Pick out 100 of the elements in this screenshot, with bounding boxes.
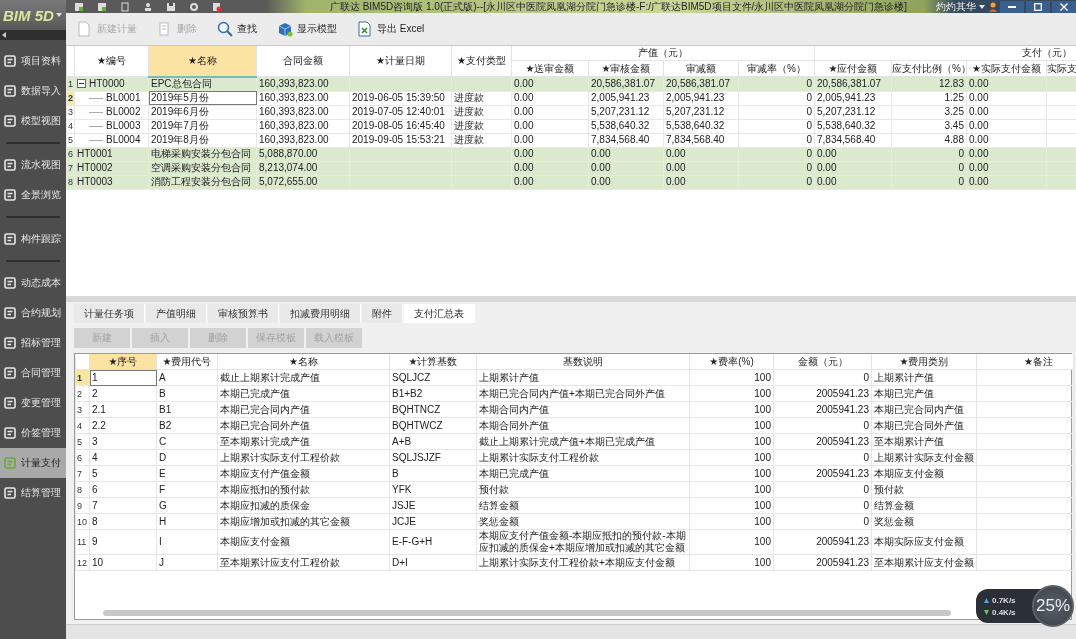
sidebar-item[interactable]: 价签管理 — [0, 418, 66, 448]
table-cell: 100 — [754, 419, 771, 431]
minus-icon — [79, 81, 84, 87]
sidebar-item[interactable]: 流水视图 — [0, 150, 66, 180]
column-header[interactable]: 基数说明 — [476, 354, 690, 370]
tab[interactable]: 支付汇总表 — [404, 304, 475, 323]
sidebar-item[interactable]: 变更管理 — [0, 388, 66, 418]
table-cell: 奖惩金额 — [874, 515, 914, 527]
column-header[interactable]: ★计量日期 — [349, 46, 452, 77]
row-number: 6 — [75, 449, 90, 466]
row-number: 8 — [66, 175, 75, 189]
column-header[interactable]: ★支付类型 — [451, 46, 512, 77]
table-cell: 本期实际应支付金额 — [874, 536, 964, 547]
table-cell: 本期应支付金额 — [220, 536, 290, 547]
close-icon — [1060, 2, 1068, 11]
table-cell: D+I — [392, 556, 408, 568]
sidebar-item[interactable]: 全景浏览 — [0, 180, 66, 210]
toolbar-button[interactable]: 显示模型 — [274, 19, 340, 39]
tab[interactable]: 计量任务项 — [74, 304, 145, 323]
table-cell: 2,005,941.23 — [817, 92, 876, 104]
document-icon — [4, 427, 17, 439]
column-header[interactable]: 金额（元） — [773, 354, 872, 370]
column-header[interactable]: ★费用代号 — [156, 354, 218, 370]
document-icon — [4, 277, 17, 289]
table-cell: 本期应支付金额 — [874, 467, 944, 479]
search-icon — [217, 21, 233, 37]
table-cell: 进度款 — [454, 134, 484, 146]
table-cell: 结算金额 — [479, 499, 519, 511]
sidebar-item[interactable]: 动态成本 — [0, 268, 66, 298]
table-cell: BQHTNCZ — [392, 403, 441, 415]
column-header[interactable]: ★费率(%) — [689, 354, 774, 370]
table-cell: 本期已完合同外产值 — [874, 419, 964, 431]
sidebar-item[interactable]: 招标管理 — [0, 328, 66, 358]
column-header[interactable]: ★备注 — [976, 354, 1074, 370]
column-header[interactable]: ★名称 — [217, 354, 390, 370]
minimize-button[interactable] — [1000, 0, 1024, 13]
table-cell: 0 — [806, 148, 812, 160]
column-header[interactable]: ★编号 — [74, 46, 149, 77]
caret-icon — [979, 4, 985, 9]
scrollbar[interactable] — [103, 610, 951, 616]
table-cell: HT0002 — [77, 162, 113, 174]
column-header[interactable]: ★费用类别 — [871, 354, 977, 370]
table-cell: A — [159, 371, 166, 383]
table-cell: 上期累计实际支付工程价款 — [220, 451, 340, 463]
column-header[interactable]: ★序号 — [89, 354, 157, 370]
toolbar-button[interactable]: 导出 Excel — [354, 19, 428, 39]
column-header[interactable]: 合同金额 — [256, 46, 350, 77]
table-cell: 0 — [806, 92, 812, 104]
table-cell: 2.2 — [92, 419, 106, 431]
table-cell: 预付款 — [479, 483, 509, 495]
table-cell: 5,538,640.32 — [817, 120, 876, 132]
document-icon — [4, 397, 17, 409]
sidebar-item[interactable]: 构件跟踪 — [0, 224, 66, 254]
table-cell: 上期累计产值 — [874, 371, 934, 383]
row-number: 10 — [75, 513, 90, 530]
avatar-icon — [988, 1, 998, 12]
tab[interactable]: 产值明细 — [146, 304, 207, 323]
toolbar-button[interactable]: 查找 — [214, 19, 260, 39]
table-cell: 5,538,640.32 — [591, 120, 650, 132]
table-cell: J — [159, 556, 164, 568]
table-cell: 6 — [92, 483, 98, 495]
document-icon — [4, 337, 17, 349]
table-cell: 8 — [92, 515, 98, 527]
table-cell: 10 — [92, 556, 104, 568]
table-cell: 进度款 — [454, 106, 484, 118]
table-cell: 2,005,941.23 — [591, 92, 650, 104]
sidebar-item[interactable]: 计量支付 — [0, 448, 66, 478]
collapse-toggle[interactable] — [77, 79, 86, 89]
table-cell: 5,207,231.12 — [666, 106, 725, 118]
table-cell: 0.00 — [591, 176, 611, 188]
column-header[interactable]: ★计算基数 — [389, 354, 477, 370]
table-cell: 0 — [863, 499, 869, 511]
tab[interactable]: 审核预算书 — [208, 304, 279, 323]
table-cell: 本期应支付产值金额 — [220, 467, 310, 479]
document-icon — [4, 189, 17, 201]
table-cell: E — [159, 467, 166, 479]
table-cell: B — [159, 387, 166, 399]
sidebar-item[interactable]: 模型视图 — [0, 106, 66, 136]
tab[interactable]: 扣减费用明细 — [280, 304, 361, 323]
tab[interactable]: 附件 — [362, 304, 403, 323]
table-cell: 0.00 — [514, 134, 534, 146]
table-cell: 100 — [754, 515, 771, 527]
sidebar-item[interactable]: 合同管理 — [0, 358, 66, 388]
table-cell: 0.00 — [514, 120, 534, 132]
user-menu[interactable]: 灼灼其华 — [933, 0, 988, 13]
column-header[interactable]: ★名称 — [148, 46, 257, 77]
sidebar-item[interactable]: 结算管理 — [0, 478, 66, 508]
maximize-button[interactable] — [1026, 0, 1050, 13]
table-cell: 160,393,823.00 — [259, 92, 329, 104]
table-cell: 5,538,640.32 — [666, 120, 725, 132]
person-icon — [143, 1, 153, 12]
row-number: 4 — [66, 119, 75, 133]
sidebar-item[interactable]: 数据导入 — [0, 76, 66, 106]
sidebar-item[interactable]: 合约规划 — [0, 298, 66, 328]
table-cell: 2,005,941.23 — [666, 92, 725, 104]
table-cell: 0.00 — [666, 176, 686, 188]
sidebar-item[interactable]: 项目资料 — [0, 46, 66, 76]
app-logo: BIM 5D — [3, 6, 54, 24]
close-button[interactable] — [1052, 0, 1076, 13]
row-number: 4 — [75, 417, 90, 434]
